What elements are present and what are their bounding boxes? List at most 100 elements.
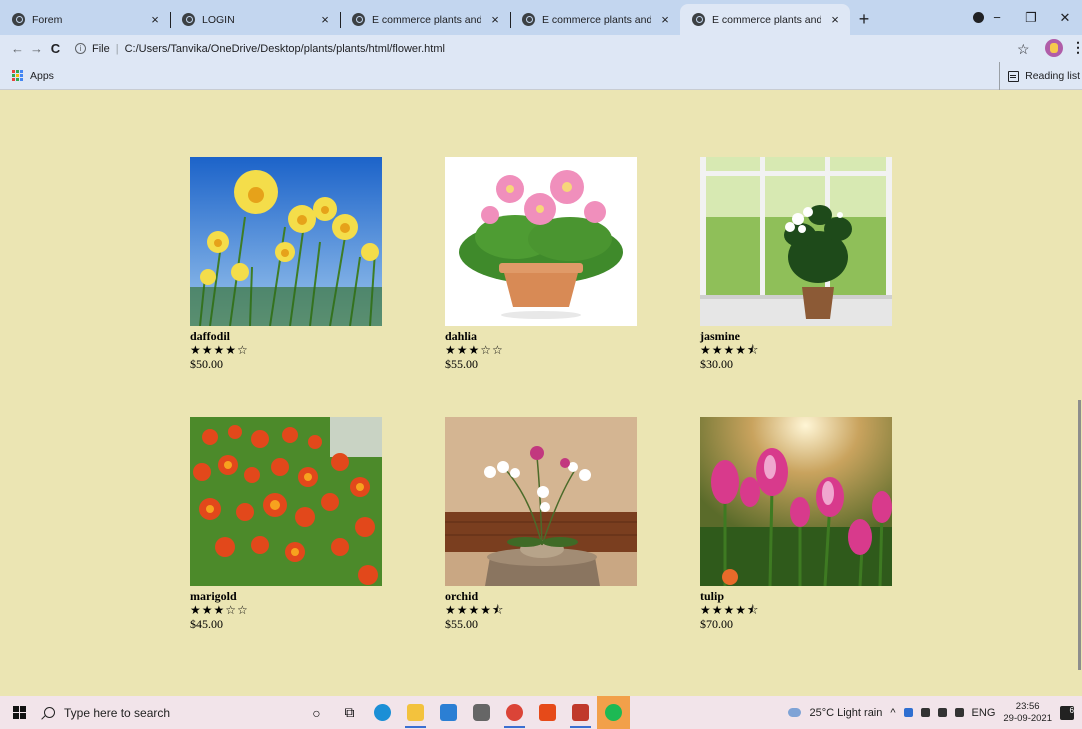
minimize-button[interactable]: − (980, 10, 1014, 25)
tab-forem[interactable]: Forem × (0, 4, 170, 35)
globe-icon (12, 13, 25, 26)
browser-menu-button[interactable]: ⋮ (1071, 39, 1082, 56)
reading-list-label: Reading list (1025, 70, 1080, 82)
product-grid: daffodil ★★★★☆ $50.00 dahlia ★★★☆☆ $55.0… (0, 91, 1082, 696)
system-tray: 25°C Light rain ^ ENG 23:56 29-09-2021 6 (788, 696, 1082, 729)
tab-title: E commerce plants and seeds pla (542, 13, 651, 26)
maximize-button[interactable]: ❐ (1014, 10, 1048, 26)
tab-close-icon[interactable]: × (318, 12, 332, 27)
product-price: $45.00 (190, 617, 223, 631)
globe-icon (692, 13, 705, 26)
vscode-icon[interactable] (564, 696, 597, 729)
toolbar: ← → C i File | C:/Users/Tanvika/OneDrive… (0, 35, 1082, 62)
app-icon[interactable] (465, 696, 498, 729)
search-icon (44, 707, 55, 718)
product-price: $70.00 (700, 617, 733, 631)
tab-close-icon[interactable]: × (148, 12, 162, 27)
bluetooth-icon[interactable] (903, 708, 913, 717)
tab-close-icon[interactable]: × (658, 12, 672, 27)
back-button[interactable]: ← (8, 41, 27, 56)
product-price: $30.00 (700, 357, 733, 371)
product-name[interactable]: daffodil (190, 330, 382, 343)
tab-ecommerce-active[interactable]: E commerce plants and seeds pla × (680, 4, 850, 35)
notification-count: 6 (1069, 705, 1074, 715)
apps-grid-icon[interactable] (12, 69, 24, 82)
tab-title: Forem (32, 13, 63, 26)
product-name[interactable]: orchid (445, 590, 637, 603)
globe-icon (182, 13, 195, 26)
url-text[interactable]: C:/Users/Tanvika/OneDrive/Desktop/plants… (125, 43, 445, 55)
tulip-photo[interactable] (700, 417, 892, 586)
star-rating: ★★★★☆ (190, 343, 249, 357)
tab-login[interactable]: LOGIN × (170, 4, 340, 35)
clock-date: 29-09-2021 (1003, 712, 1052, 724)
product-card-dahlia[interactable]: dahlia ★★★☆☆ $55.00 (445, 157, 637, 371)
product-card-orchid[interactable]: orchid ★★★★⯪ $55.00 (445, 417, 637, 631)
daffodil-photo[interactable] (190, 157, 382, 326)
tab-strip: Forem × LOGIN × E commerce plants and se… (0, 0, 1082, 35)
globe-icon (522, 13, 535, 26)
address-bar[interactable]: i File | C:/Users/Tanvika/OneDrive/Deskt… (75, 43, 445, 55)
weather-icon (788, 708, 802, 717)
windows-start-icon[interactable] (13, 706, 26, 719)
url-divider: | (115, 42, 119, 55)
reading-list-button[interactable]: Reading list (999, 62, 1080, 90)
marigold-photo[interactable] (190, 417, 382, 586)
tab-ecommerce-2[interactable]: E commerce plants and seeds pla × (510, 4, 680, 35)
info-icon[interactable]: i (75, 43, 86, 54)
star-rating: ★★★★⯪ (700, 343, 760, 357)
profile-avatar[interactable] (1045, 39, 1063, 57)
page-scrollbar[interactable] (1078, 400, 1081, 670)
taskbar-search[interactable]: Type here to search (40, 696, 280, 729)
reading-list-icon (1008, 70, 1020, 82)
chrome-icon[interactable] (498, 696, 531, 729)
task-view-icon[interactable]: ⧉ (333, 696, 366, 729)
battery-icon[interactable] (937, 708, 947, 717)
office-icon[interactable] (531, 696, 564, 729)
window-controls: − ❐ ✕ (980, 0, 1082, 35)
search-placeholder: Type here to search (64, 705, 171, 720)
tab-close-icon[interactable]: × (488, 12, 502, 27)
edge-icon[interactable] (366, 696, 399, 729)
dahlia-photo[interactable] (445, 157, 637, 326)
cortana-icon[interactable]: ○ (300, 696, 333, 729)
notification-icon[interactable]: 6 (1060, 705, 1074, 720)
tab-title: LOGIN (202, 13, 235, 26)
product-price: $55.00 (445, 357, 478, 371)
network-icon[interactable] (920, 708, 930, 717)
orchid-photo[interactable] (445, 417, 637, 586)
forward-button[interactable]: → (27, 41, 46, 56)
product-name[interactable]: marigold (190, 590, 382, 603)
language-indicator[interactable]: ENG (972, 707, 996, 719)
product-name[interactable]: jasmine (700, 330, 892, 343)
product-card-daffodil[interactable]: daffodil ★★★★☆ $50.00 (190, 157, 382, 371)
product-name[interactable]: tulip (700, 590, 892, 603)
star-rating: ★★★☆☆ (190, 603, 249, 617)
product-card-tulip[interactable]: tulip ★★★★⯪ $70.00 (700, 417, 892, 631)
file-explorer-icon[interactable] (399, 696, 432, 729)
close-window-button[interactable]: ✕ (1048, 10, 1082, 26)
bookmark-star-icon[interactable]: ☆ (1017, 41, 1030, 58)
reload-button[interactable]: C (46, 41, 65, 56)
weather-text[interactable]: 25°C Light rain (809, 707, 882, 719)
tab-ecommerce-1[interactable]: E commerce plants and seeds pla × (340, 4, 510, 35)
product-card-jasmine[interactable]: jasmine ★★★★⯪ $30.00 (700, 157, 892, 371)
bookmarks-bar: Apps (0, 62, 1082, 90)
spotify-icon[interactable] (597, 696, 630, 729)
apps-bookmark[interactable]: Apps (30, 70, 54, 82)
product-price: $50.00 (190, 357, 223, 371)
tab-title: E commerce plants and seeds pla (372, 13, 481, 26)
url-scheme: File (92, 42, 110, 55)
volume-icon[interactable] (954, 708, 964, 717)
new-tab-button[interactable]: + (850, 4, 878, 35)
tab-close-icon[interactable]: × (828, 12, 842, 27)
clock-time: 23:56 (1015, 700, 1040, 712)
star-rating: ★★★★⯪ (700, 603, 760, 617)
store-icon[interactable] (432, 696, 465, 729)
tray-expand-icon[interactable]: ^ (890, 707, 895, 719)
jasmine-photo[interactable] (700, 157, 892, 326)
product-price: $55.00 (445, 617, 478, 631)
product-name[interactable]: dahlia (445, 330, 637, 343)
product-card-marigold[interactable]: marigold ★★★☆☆ $45.00 (190, 417, 382, 631)
clock[interactable]: 23:56 29-09-2021 (1003, 701, 1052, 725)
